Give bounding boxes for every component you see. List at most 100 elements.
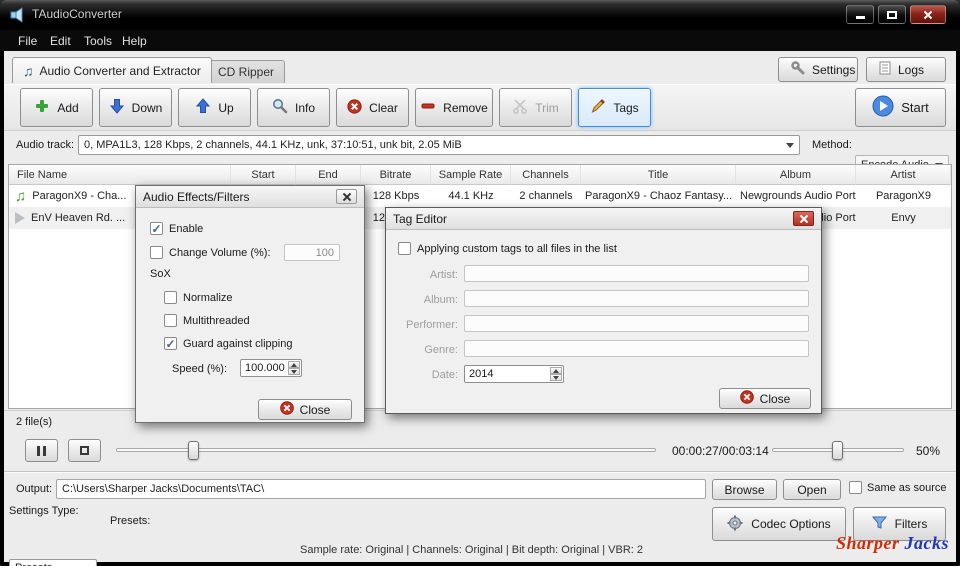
file-count: 2 file(s) [16, 416, 53, 428]
close-label: Close [759, 391, 791, 406]
tag-editor-close-button[interactable]: Close [719, 388, 811, 409]
enable-checkbox[interactable]: ✓ [150, 222, 163, 236]
column-file-name[interactable]: File Name [9, 165, 231, 185]
trim-button[interactable]: Trim [499, 88, 572, 127]
performer-label: Performer: [406, 319, 458, 331]
stop-button[interactable] [68, 439, 101, 462]
close-button[interactable] [910, 5, 946, 24]
up-label: Up [218, 100, 234, 115]
dialog-close-icon[interactable] [336, 189, 357, 204]
window-title: TAudioConverter [32, 7, 122, 21]
logs-button[interactable]: Logs [866, 57, 946, 82]
cell-file: ParagonX9 - Cha... [32, 190, 127, 202]
menu-tools[interactable]: Tools [80, 33, 116, 49]
add-icon [34, 98, 50, 117]
output-path-field[interactable]: C:\Users\Sharper Jacks\Documents\TAC\ [56, 479, 706, 499]
column-start[interactable]: Start [231, 165, 296, 185]
spinner-arrows[interactable] [288, 361, 300, 375]
arrow-up-icon [195, 98, 211, 117]
multithreaded-checkbox[interactable] [164, 314, 177, 327]
pause-icon [37, 445, 46, 456]
spinner-arrows[interactable] [550, 367, 562, 381]
column-title[interactable]: Title [581, 165, 736, 185]
settings-type-combobox[interactable]: Presets [9, 559, 97, 566]
column-artist[interactable]: Artist [856, 165, 951, 185]
effects-close-button[interactable]: Close [258, 399, 352, 420]
column-channels[interactable]: Channels [511, 165, 581, 185]
guard-clipping-checkbox[interactable]: ✓ [164, 337, 177, 351]
minimize-button[interactable] [846, 5, 874, 24]
audio-track-combobox[interactable]: 0, MPA1L3, 128 Kbps, 2 channels, 44.1 KH… [78, 135, 800, 155]
apply-custom-tags-option[interactable]: Applying custom tags to all files in the… [398, 242, 617, 255]
pause-button[interactable] [25, 439, 58, 462]
settings-type-value: Presets [15, 562, 52, 566]
enable-label: Enable [169, 222, 204, 235]
normalize-checkbox[interactable] [164, 291, 177, 304]
remove-button[interactable]: Remove [415, 88, 493, 127]
tags-button[interactable]: Tags [578, 88, 651, 127]
tag-editor-dialog: Tag Editor Applying custom tags to all f… [385, 207, 822, 414]
speed-spinner[interactable]: 100.000 [240, 359, 302, 377]
enable-option[interactable]: ✓ Enable [150, 222, 204, 236]
change-volume-checkbox[interactable] [150, 246, 163, 259]
arrow-down-icon [109, 98, 125, 117]
menu-edit[interactable]: Edit [46, 33, 75, 49]
guard-clipping-option[interactable]: ✓ Guard against clipping [164, 337, 292, 351]
watermark-sharper: Sharper [836, 533, 900, 553]
cell-bitrate: 128 Kbps [372, 190, 420, 202]
menu-file[interactable]: File [14, 33, 41, 49]
move-up-button[interactable]: Up [178, 88, 251, 127]
change-volume-option[interactable]: Change Volume (%): [150, 246, 271, 259]
move-down-button[interactable]: Down [99, 88, 172, 127]
audio-track-value: 0, MPA1L3, 128 Kbps, 2 channels, 44.1 KH… [84, 139, 462, 151]
add-label: Add [57, 100, 79, 115]
seek-slider-handle[interactable] [188, 441, 199, 460]
column-end[interactable]: End [296, 165, 361, 185]
multithreaded-label: Multithreaded [183, 314, 250, 327]
settings-button[interactable]: Settings [778, 57, 858, 82]
same-as-source-option[interactable]: Same as source [849, 481, 946, 494]
tab-audio-converter[interactable]: ♫ Audio Converter and Extractor [12, 57, 212, 83]
x-icon [343, 193, 351, 201]
same-as-source-checkbox[interactable] [849, 481, 862, 494]
artist-field[interactable] [464, 265, 809, 282]
volume-slider-handle[interactable] [832, 441, 843, 460]
open-button[interactable]: Open [783, 479, 841, 500]
column-album[interactable]: Album [736, 165, 856, 185]
menu-help[interactable]: Help [118, 33, 151, 49]
clear-button[interactable]: Clear [336, 88, 409, 127]
change-volume-label: Change Volume (%): [169, 246, 271, 259]
close-circle-icon [279, 401, 294, 418]
normalize-option[interactable]: Normalize [164, 291, 233, 304]
menu-bar: File Edit Tools Help [0, 30, 960, 51]
multithreaded-option[interactable]: Multithreaded [164, 314, 250, 327]
column-sample-rate[interactable]: Sample Rate [431, 165, 511, 185]
date-spinner[interactable]: 2014 [464, 365, 564, 383]
album-field[interactable] [464, 290, 809, 307]
apply-custom-tags-checkbox[interactable] [398, 242, 411, 255]
browse-button[interactable]: Browse [712, 479, 777, 500]
maximize-button[interactable] [878, 5, 906, 24]
clear-icon [347, 98, 362, 117]
column-bitrate[interactable]: Bitrate [361, 165, 431, 185]
performer-field[interactable] [464, 315, 809, 332]
dialog-close-icon[interactable] [793, 211, 814, 226]
start-button[interactable]: Start [855, 88, 946, 127]
speed-value: 100.000 [245, 362, 285, 374]
settings-label: Settings [812, 62, 856, 77]
info-button[interactable]: Info [257, 88, 330, 127]
volume-field[interactable]: 100 [284, 244, 340, 261]
chevron-down-icon [786, 143, 794, 148]
divider [4, 471, 956, 473]
genre-field[interactable] [464, 340, 809, 357]
genre-label: Genre: [424, 344, 458, 356]
cell-artist: ParagonX9 [875, 190, 932, 202]
info-label: Info [294, 100, 315, 115]
cell-file: EnV Heaven Rd. ... [31, 212, 126, 224]
spin-up-icon [291, 362, 297, 367]
cell-title: ParagonX9 - Chaoz Fantasy... [585, 190, 733, 202]
minimize-icon [855, 16, 865, 19]
add-button[interactable]: Add [20, 88, 93, 127]
cell-channels: 2 channels [519, 190, 573, 202]
codec-options-button[interactable]: Codec Options [712, 507, 846, 541]
